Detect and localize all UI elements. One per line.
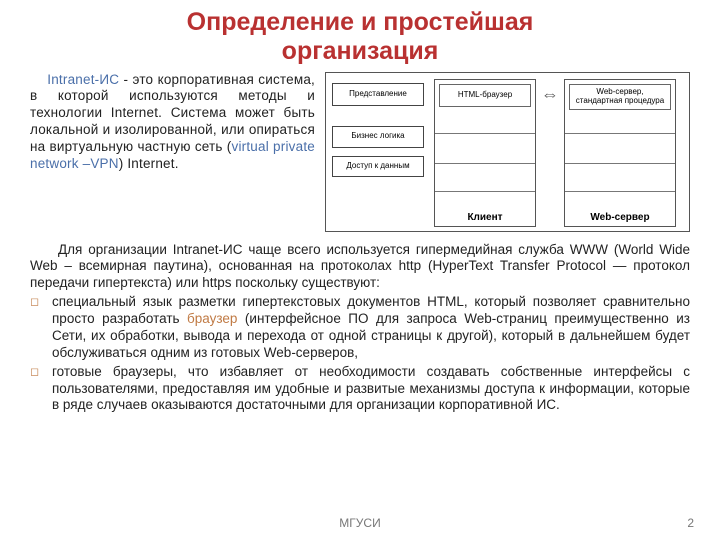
slide-title: Определение и простейшая организация <box>30 8 690 66</box>
highlight-browser: браузер <box>187 311 237 326</box>
list-item: ◻ специальный язык разметки гипертекстов… <box>30 294 690 362</box>
bullet-list: ◻ специальный язык разметки гипертекстов… <box>30 294 690 414</box>
intro-paragraph: Intranet-ИС - это корпоративная система,… <box>30 72 315 173</box>
client-browser-box: HTML-браузер <box>439 84 531 107</box>
footer-org: МГУСИ <box>0 516 720 530</box>
server-column: Web-сервер, стандартная процедура Web-се… <box>564 79 676 227</box>
layer-presentation: Представление <box>332 83 424 106</box>
bidirectional-arrow-icon: ⇔ <box>538 87 562 103</box>
bullet-icon: ◻ <box>30 364 52 415</box>
bullet-2-text: готовые браузеры, что избавляет от необх… <box>52 364 690 415</box>
client-column: HTML-браузер Клиент <box>434 79 536 227</box>
server-column-label: Web-сервер <box>565 212 675 223</box>
layer-data: Доступ к данным <box>332 156 424 177</box>
body-para-1: Для организации Intranet-ИС чаще всего и… <box>30 242 690 293</box>
title-line-2: организация <box>282 37 439 65</box>
intro-tail: ) Internet. <box>119 156 179 171</box>
layer-business: Бизнес логика <box>332 126 424 148</box>
intro-lead: Intranet-ИС <box>47 72 119 87</box>
bullet-icon: ◻ <box>30 294 52 362</box>
list-item: ◻ готовые браузеры, что избавляет от нео… <box>30 364 690 415</box>
layer-labels: Представление Бизнес логика Доступ к дан… <box>332 83 424 177</box>
body-paragraph: Для организации Intranet-ИС чаще всего и… <box>30 242 690 293</box>
architecture-diagram: Представление Бизнес логика Доступ к дан… <box>325 72 690 232</box>
bullet-1-text: специальный язык разметки гипертекстовых… <box>52 294 690 362</box>
page-number: 2 <box>687 516 694 530</box>
top-section: Intranet-ИС - это корпоративная система,… <box>30 72 690 232</box>
title-line-1: Определение и простейшая <box>187 8 534 36</box>
client-column-label: Клиент <box>435 212 535 223</box>
server-procedure-box: Web-сервер, стандартная процедура <box>569 84 671 110</box>
